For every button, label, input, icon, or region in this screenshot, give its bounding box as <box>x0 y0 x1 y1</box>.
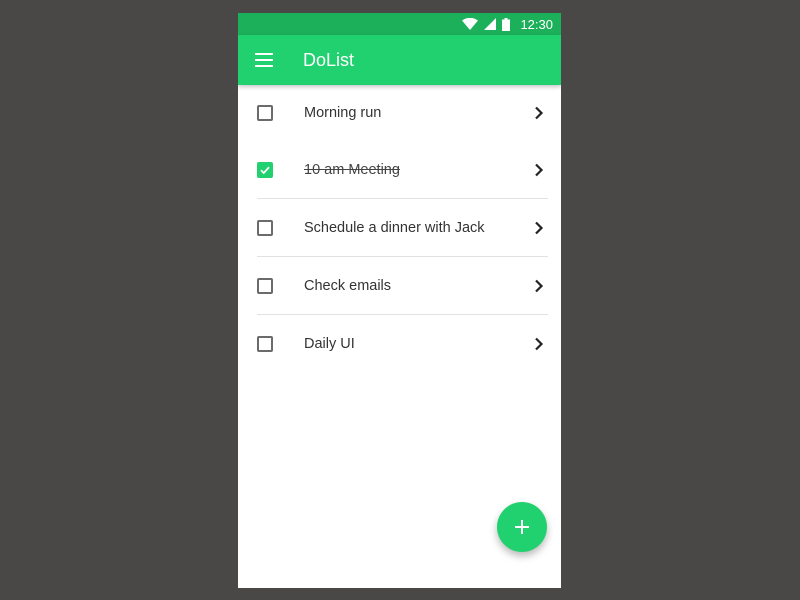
task-checkbox[interactable] <box>257 278 273 294</box>
menu-icon[interactable] <box>255 53 273 67</box>
chevron-right-icon[interactable] <box>534 221 544 235</box>
cellular-signal-icon <box>484 18 497 30</box>
chevron-right-icon[interactable] <box>534 106 544 120</box>
checkmark-icon <box>260 166 270 175</box>
task-list: Morning run 10 am Meeting Schedule a din… <box>238 85 561 373</box>
app-title: DoList <box>303 50 355 70</box>
task-label: Schedule a dinner with Jack <box>304 220 485 236</box>
add-task-button[interactable] <box>497 502 547 552</box>
list-item[interactable]: 10 am Meeting <box>238 141 561 199</box>
battery-icon <box>502 17 511 31</box>
list-item[interactable]: Daily UI <box>238 315 561 373</box>
wifi-icon <box>462 18 479 30</box>
task-label: Morning run <box>304 105 382 121</box>
app-bar: DoList <box>238 35 561 85</box>
chevron-right-icon[interactable] <box>534 279 544 293</box>
list-item[interactable]: Check emails <box>238 257 561 315</box>
task-checkbox[interactable] <box>257 105 273 121</box>
task-checkbox[interactable] <box>257 162 273 178</box>
task-label: Daily UI <box>304 336 355 352</box>
task-checkbox[interactable] <box>257 220 273 236</box>
chevron-right-icon[interactable] <box>534 163 544 177</box>
task-checkbox[interactable] <box>257 336 273 352</box>
status-icons: 12:30 <box>462 13 553 35</box>
task-label: 10 am Meeting <box>304 162 400 178</box>
task-label: Check emails <box>304 278 392 294</box>
add-icon <box>515 520 529 534</box>
phone-screen: 12:30 DoList Morning run 10 am Meeting S… <box>238 13 561 588</box>
chevron-right-icon[interactable] <box>534 337 544 351</box>
status-time: 12:30 <box>520 16 553 32</box>
status-bar: 12:30 <box>238 13 561 35</box>
list-item[interactable]: Morning run <box>238 85 561 141</box>
list-item[interactable]: Schedule a dinner with Jack <box>238 199 561 257</box>
